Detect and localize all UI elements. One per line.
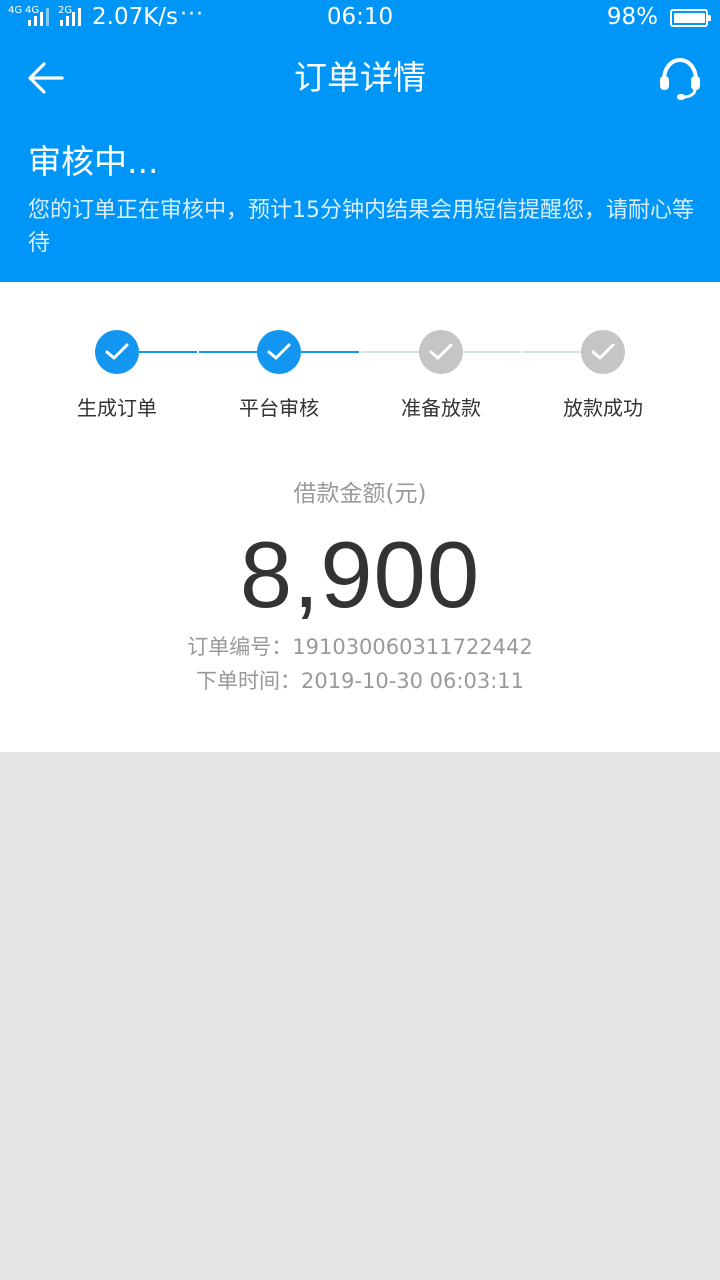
step-connector <box>361 351 419 353</box>
step-3-label: 准备放款 <box>401 396 481 420</box>
step-connector <box>463 351 521 353</box>
top-banner: 4G 4G 2G 2.07K/s ··· 06:10 98% 订单详情 审核中.… <box>0 0 720 282</box>
order-status-description: 您的订单正在审核中，预计15分钟内结果会用短信提醒您，请耐心等待 <box>28 198 694 256</box>
page-title: 订单详情 <box>294 58 426 97</box>
status-bar: 4G 4G 2G 2.07K/s ··· 06:10 98% <box>0 0 720 40</box>
step-connector <box>199 351 257 353</box>
step-2-check-icon <box>257 330 301 374</box>
step-2-label: 平台审核 <box>239 396 319 420</box>
empty-area <box>0 752 720 1280</box>
headset-icon <box>660 57 700 100</box>
battery-icon <box>670 9 711 27</box>
order-status-title: 审核中... <box>28 142 159 181</box>
step-connector <box>523 351 581 353</box>
battery-percent: 98% <box>606 4 658 30</box>
step-3-check-icon <box>419 330 463 374</box>
loan-amount-label: 借款金额(元) <box>293 481 427 507</box>
order-card: 生成订单 平台审核 准备放款 放款成功 借款金额(元) 8,900 订单编号：1… <box>0 282 720 752</box>
loan-amount: 8,900 <box>239 522 481 627</box>
step-4-label: 放款成功 <box>563 396 643 420</box>
customer-service-button[interactable] <box>656 54 704 102</box>
step-connector <box>139 351 197 353</box>
step-4-check-icon <box>581 330 625 374</box>
order-time: 下单时间：2019-10-30 06:03:11 <box>195 669 525 693</box>
progress-steps: 生成订单 平台审核 准备放款 放款成功 <box>0 282 720 432</box>
order-number: 订单编号：191030060311722442 <box>187 635 533 659</box>
step-1-check-icon <box>95 330 139 374</box>
step-1-label: 生成订单 <box>77 396 157 420</box>
step-connector <box>301 351 359 353</box>
nav-header: 订单详情 <box>0 40 720 116</box>
